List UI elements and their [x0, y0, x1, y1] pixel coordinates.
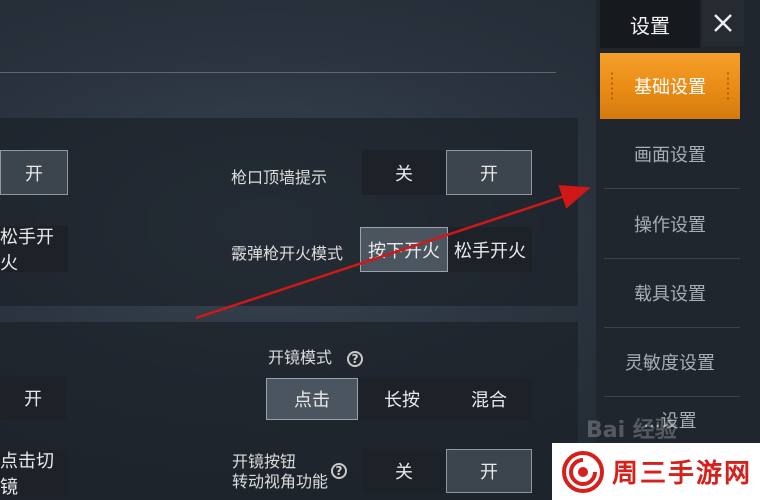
close-icon — [714, 14, 732, 32]
menu-item-graphics-settings[interactable]: 画面设置 — [600, 120, 740, 188]
site-badge: 周三手游网 — [552, 443, 760, 500]
menu-item-basic-settings[interactable]: 基础设置 — [600, 53, 740, 119]
menu-item-vehicle-settings[interactable]: 载具设置 — [600, 259, 740, 327]
menu-item-controls-settings[interactable]: 操作设置 — [600, 190, 740, 258]
baidu-watermark: Bai 经验 — [586, 418, 677, 443]
grip-left-icon — [610, 71, 614, 101]
site-logo-icon — [562, 450, 604, 493]
grip-right-icon — [726, 71, 730, 101]
settings-title: 设置 — [600, 0, 700, 48]
close-button[interactable] — [702, 0, 744, 46]
menu-item-basic-settings-label: 基础设置 — [634, 77, 706, 98]
site-name: 周三手游网 — [612, 459, 753, 489]
menu-divider — [604, 188, 740, 189]
menu-item-sensitivity-settings[interactable]: 灵敏度设置 — [600, 328, 740, 396]
